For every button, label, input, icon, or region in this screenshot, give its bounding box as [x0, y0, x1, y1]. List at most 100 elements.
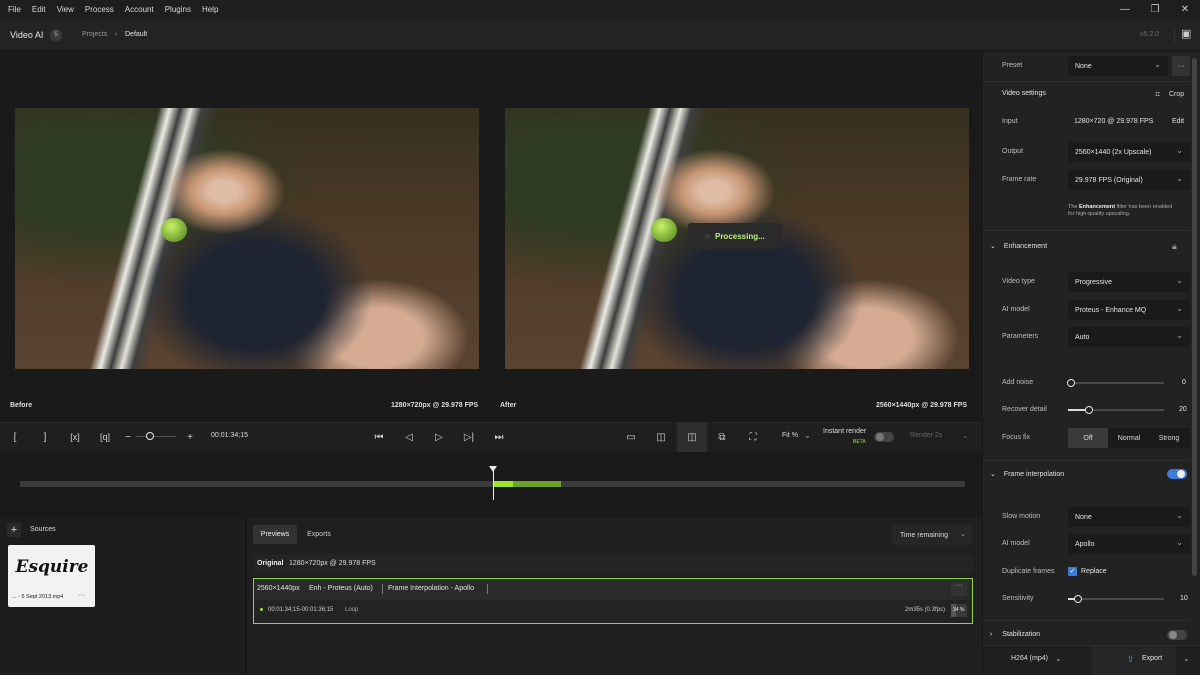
zoom-slider-knob[interactable] [146, 432, 154, 440]
chevron-down-icon[interactable]: ⌄ [1055, 654, 1062, 663]
mark-out-icon[interactable]: ] [38, 430, 52, 444]
mark-in-icon[interactable]: [ [8, 430, 22, 444]
fit-dropdown[interactable]: Fit % [782, 432, 798, 439]
tab-previews[interactable]: Previews [253, 525, 297, 544]
preset-dropdown[interactable]: None ⌄ [1068, 56, 1168, 76]
input-value: 1280×720 @ 29.978 FPS [1074, 118, 1154, 125]
skip-start-icon[interactable]: ⏮ [372, 430, 386, 444]
menu-account[interactable]: Account [125, 5, 154, 14]
chevron-down-icon[interactable]: ⌄ [804, 431, 811, 440]
note-text: for high-quality upscaling. [1068, 211, 1131, 217]
menu-view[interactable]: View [57, 5, 74, 14]
slow-motion-label: Slow motion [1002, 513, 1041, 520]
step-forward-icon[interactable]: ▷| [462, 430, 476, 444]
enhancement-section[interactable]: ⌄ Enhancement [990, 242, 1047, 250]
instant-render-label: Instant render [823, 428, 867, 435]
render-chevron-icon[interactable]: ⌄ [962, 431, 969, 440]
play-icon[interactable]: ▷ [432, 430, 446, 444]
menu-plugins[interactable]: Plugins [165, 5, 191, 14]
add-source-icon[interactable]: + [7, 523, 21, 537]
timeline-processed-segment [492, 481, 514, 487]
render-button[interactable]: Render 2s [910, 432, 942, 439]
crop-button[interactable]: Crop [1169, 91, 1184, 98]
focus-fix-label: Focus fix [1002, 434, 1031, 441]
overlay-view-icon[interactable]: ⧉ [715, 430, 729, 444]
job-resolution: 2560×1440px [257, 585, 300, 592]
breadcrumb-current[interactable]: Default [125, 31, 147, 38]
chevron-down-icon: ⌄ [990, 243, 996, 250]
crop-icon[interactable]: ⌗ [1155, 89, 1160, 100]
parameters-dropdown[interactable]: Auto ⌄ [1068, 327, 1190, 347]
breadcrumb-projects[interactable]: Projects [82, 31, 107, 38]
framerate-dropdown[interactable]: 29.978 FPS (Original) ⌄ [1068, 170, 1190, 190]
zoom-fit-icon[interactable]: [q] [98, 430, 112, 444]
add-noise-knob[interactable] [1067, 379, 1075, 387]
enhancement-note: The Enhancement filter has been enabled … [1068, 204, 1188, 218]
ai-model-dropdown[interactable]: Proteus - Enhance MQ ⌄ [1068, 300, 1190, 320]
zoom-out-icon[interactable]: − [121, 430, 135, 444]
instant-render-toggle[interactable] [874, 432, 894, 442]
chevron-down-icon: ⌄ [1176, 538, 1183, 547]
menu-help[interactable]: Help [202, 5, 218, 14]
zoom-in-icon[interactable]: + [183, 430, 197, 444]
panel-toggle-icon[interactable]: ▣ [1174, 27, 1191, 43]
split-view-icon[interactable]: ◫ [654, 430, 668, 444]
menu-process[interactable]: Process [85, 5, 114, 14]
playhead-handle-icon[interactable] [488, 466, 497, 472]
job-progress-badge: 34 % [951, 604, 967, 617]
after-resolution: 2560×1440px @ 29.978 FPS [876, 402, 968, 409]
video-type-value: Progressive [1075, 278, 1112, 286]
add-noise-slider[interactable] [1068, 382, 1164, 384]
focus-fix-off[interactable]: Off [1068, 428, 1108, 448]
frame-interpolation-toggle[interactable] [1167, 469, 1187, 479]
input-edit-button[interactable]: Edit [1172, 118, 1184, 125]
frame-interpolation-section[interactable]: ⌄ Frame interpolation [990, 470, 1064, 478]
minimize-icon[interactable]: — [1110, 0, 1140, 19]
slow-motion-dropdown[interactable]: None ⌄ [1068, 507, 1190, 527]
restore-icon[interactable]: ❐ [1140, 0, 1170, 19]
zoom-slider[interactable] [136, 436, 176, 437]
recover-detail-knob[interactable] [1085, 406, 1093, 414]
processing-overlay: ◌ Processing... [688, 223, 782, 249]
chevron-down-icon: ⌄ [1176, 331, 1183, 340]
export-options-icon[interactable]: ⌄ [1183, 654, 1190, 663]
skip-end-icon[interactable]: ⏭ [492, 430, 506, 444]
focus-fix-strong[interactable]: Strong [1149, 428, 1189, 448]
input-label: Input [1002, 118, 1018, 125]
divider [983, 81, 1191, 82]
parameters-value: Auto [1075, 333, 1090, 341]
job-more-icon[interactable]: ··· [951, 582, 967, 596]
original-label: Original [257, 560, 284, 567]
side-by-side-icon[interactable]: ◫ [685, 430, 699, 444]
stabilization-toggle[interactable] [1167, 630, 1187, 640]
stabilization-section[interactable]: › Stabilization [990, 631, 1040, 638]
sort-dropdown[interactable]: Time remaining ⌄ [892, 525, 972, 545]
step-back-icon[interactable]: ◁ [402, 430, 416, 444]
menu-file[interactable]: File [8, 5, 21, 14]
spinner-icon: ◌ [705, 231, 710, 241]
divider [983, 230, 1191, 231]
sensitivity-slider[interactable] [1068, 598, 1164, 600]
source-card[interactable]: Esquire ... - 5 Sept 2013.mp4 ··· [8, 545, 95, 607]
timecode[interactable]: 00:01:34;15 [211, 432, 248, 439]
tab-exports[interactable]: Exports [299, 525, 339, 544]
panel-scrollbar[interactable] [1192, 58, 1197, 576]
output-dropdown[interactable]: 2560×1440 (2x Upscale) ⌄ [1068, 142, 1190, 162]
before-frame [15, 108, 479, 369]
sensitivity-knob[interactable] [1074, 595, 1082, 603]
close-icon[interactable]: ✕ [1170, 0, 1200, 19]
output-value: 2560×1440 (2x Upscale) [1075, 148, 1152, 156]
focus-fix-normal[interactable]: Normal [1109, 428, 1149, 448]
more-options-icon[interactable]: ··· [78, 592, 85, 599]
menu-edit[interactable]: Edit [32, 5, 46, 14]
video-type-dropdown[interactable]: Progressive ⌄ [1068, 272, 1190, 292]
preset-more-icon[interactable]: ··· [1172, 56, 1190, 76]
clear-marks-icon[interactable]: [x] [68, 430, 82, 444]
slow-motion-value: None [1075, 513, 1092, 521]
single-view-icon[interactable]: ▭ [624, 430, 638, 444]
replace-checkbox-icon[interactable]: ✓ [1068, 567, 1077, 576]
fullscreen-icon[interactable]: ⛶ [746, 430, 760, 444]
codec-dropdown[interactable]: H264 (mp4) [1011, 655, 1048, 662]
lock-icon[interactable]: 🔒︎ [1172, 241, 1177, 252]
fi-model-dropdown[interactable]: Apollo ⌄ [1068, 534, 1190, 554]
